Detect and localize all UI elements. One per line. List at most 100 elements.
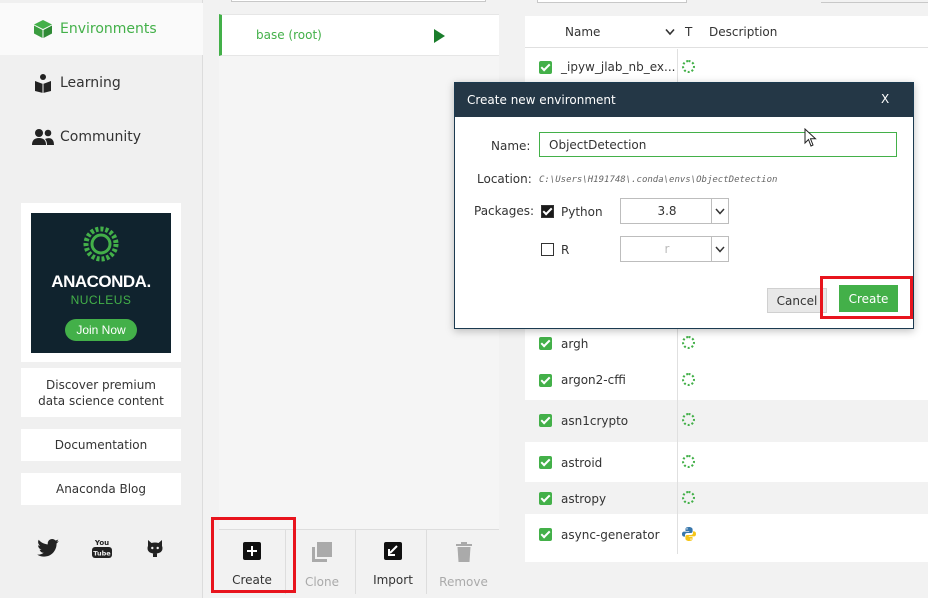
package-checkbox[interactable] — [539, 61, 552, 74]
play-icon[interactable] — [434, 29, 445, 43]
svg-text:Tube: Tube — [93, 550, 111, 558]
premium-content-link[interactable]: Discover premium data science content — [21, 368, 181, 417]
twitter-icon[interactable] — [36, 537, 60, 559]
package-name: argon2-cffi — [561, 373, 626, 387]
environment-item-base[interactable]: base (root) — [219, 14, 499, 56]
nav-community[interactable]: Community — [0, 111, 203, 163]
clone-env-button[interactable]: Clone — [289, 530, 356, 594]
package-name: async-generator — [561, 528, 660, 542]
table-row[interactable]: asn1crypto — [525, 400, 928, 442]
nav-label: Community — [60, 129, 142, 145]
table-row[interactable]: argon2-cffi — [525, 362, 928, 400]
chevron-down-icon — [711, 237, 728, 261]
python-version-value: 3.8 — [657, 204, 677, 218]
python-checkbox[interactable] — [541, 205, 554, 218]
environment-name-input[interactable]: ObjectDetection — [539, 132, 897, 157]
python-label: Python — [561, 205, 603, 219]
column-divider — [677, 326, 678, 362]
anaconda-logo-icon — [82, 225, 120, 266]
nav-label: Environments — [60, 21, 157, 37]
documentation-link[interactable]: Documentation — [21, 429, 181, 461]
status-ring-icon — [682, 336, 695, 349]
package-name: astroid — [561, 456, 603, 470]
name-label: Name: — [491, 139, 531, 153]
package-checkbox[interactable] — [539, 374, 552, 387]
package-checkbox[interactable] — [539, 456, 552, 469]
column-description-header[interactable]: Description — [709, 25, 777, 39]
r-version-select[interactable]: r — [620, 236, 729, 262]
table-row[interactable]: argh — [525, 326, 928, 362]
nav-label: Learning — [60, 75, 121, 91]
action-label: Clone — [304, 575, 340, 589]
column-divider — [677, 362, 678, 400]
packages-label: Packages: — [474, 204, 535, 218]
location-value: C:\Users\H191748\.conda\envs\ObjectDetec… — [539, 175, 778, 185]
column-name-header[interactable]: Name — [565, 25, 600, 39]
mouse-cursor-icon — [804, 127, 818, 151]
column-type-header[interactable]: T — [685, 25, 692, 39]
column-divider — [677, 442, 678, 482]
people-icon — [32, 126, 54, 148]
chevron-down-icon[interactable] — [665, 25, 675, 39]
python-icon — [682, 527, 696, 544]
import-env-button[interactable]: Import — [360, 530, 427, 594]
highlight-create-dialog — [820, 276, 913, 319]
column-divider — [677, 49, 678, 85]
r-checkbox[interactable] — [541, 243, 554, 256]
clone-icon — [312, 542, 332, 565]
package-search-input[interactable] — [821, 0, 928, 3]
promo-sub: NUCLEUS — [70, 293, 132, 307]
youtube-icon[interactable]: You Tube — [90, 537, 114, 559]
package-name: argh — [561, 337, 589, 351]
package-name: astropy — [561, 492, 607, 506]
sidebar: Environments Learning Community ANACONDA… — [0, 0, 203, 598]
status-ring-icon — [682, 60, 695, 73]
join-now-button[interactable]: Join Now — [65, 319, 137, 341]
column-divider — [677, 400, 678, 442]
package-name: _ipyw_jlab_nb_ex... — [561, 60, 676, 74]
table-row[interactable]: astropy — [525, 482, 928, 514]
column-divider — [677, 482, 678, 514]
environment-search-input[interactable] — [231, 0, 486, 2]
python-version-select[interactable]: 3.8 — [620, 198, 729, 224]
cube-icon — [32, 18, 54, 40]
package-table-header: Name T Description — [525, 16, 928, 48]
package-checkbox[interactable] — [539, 492, 552, 505]
nav-environments[interactable]: Environments — [0, 3, 203, 55]
r-label: R — [561, 243, 570, 257]
github-icon[interactable] — [143, 537, 167, 559]
dialog-titlebar: Create new environment X — [455, 83, 913, 117]
package-name: asn1crypto — [561, 414, 629, 428]
r-version-value: r — [664, 242, 670, 256]
promo-brand: ANACONDA. — [51, 272, 151, 291]
dialog-title: Create new environment — [467, 93, 616, 107]
environment-label: base (root) — [256, 28, 322, 42]
status-ring-icon — [682, 491, 695, 504]
import-icon — [384, 542, 402, 563]
nav-learning[interactable]: Learning — [0, 57, 203, 109]
status-ring-icon — [682, 455, 695, 468]
status-ring-icon — [682, 413, 695, 426]
location-label: Location: — [477, 172, 532, 186]
column-divider — [677, 514, 678, 554]
package-checkbox[interactable] — [539, 414, 552, 427]
status-ring-icon — [682, 373, 695, 386]
table-row[interactable]: astroid — [525, 442, 928, 482]
nucleus-promo[interactable]: ANACONDA. NUCLEUS Join Now — [21, 203, 181, 362]
package-checkbox[interactable] — [539, 337, 552, 350]
channel-filter-select[interactable] — [537, 0, 687, 3]
book-reader-icon — [32, 72, 54, 94]
action-label: Import — [373, 573, 413, 587]
action-label: Remove — [439, 575, 488, 589]
table-row[interactable]: async-generator — [525, 514, 928, 554]
remove-env-button[interactable]: Remove — [430, 530, 497, 594]
cancel-button[interactable]: Cancel — [767, 288, 827, 313]
anaconda-blog-link[interactable]: Anaconda Blog — [21, 473, 181, 505]
svg-text:You: You — [94, 539, 109, 547]
name-input-value: ObjectDetection — [549, 138, 647, 152]
table-row[interactable]: _ipyw_jlab_nb_ex... — [525, 49, 928, 85]
highlight-create-env — [211, 517, 296, 593]
close-icon[interactable]: X — [881, 92, 889, 106]
package-checkbox[interactable] — [539, 528, 552, 541]
chevron-down-icon — [711, 199, 728, 223]
